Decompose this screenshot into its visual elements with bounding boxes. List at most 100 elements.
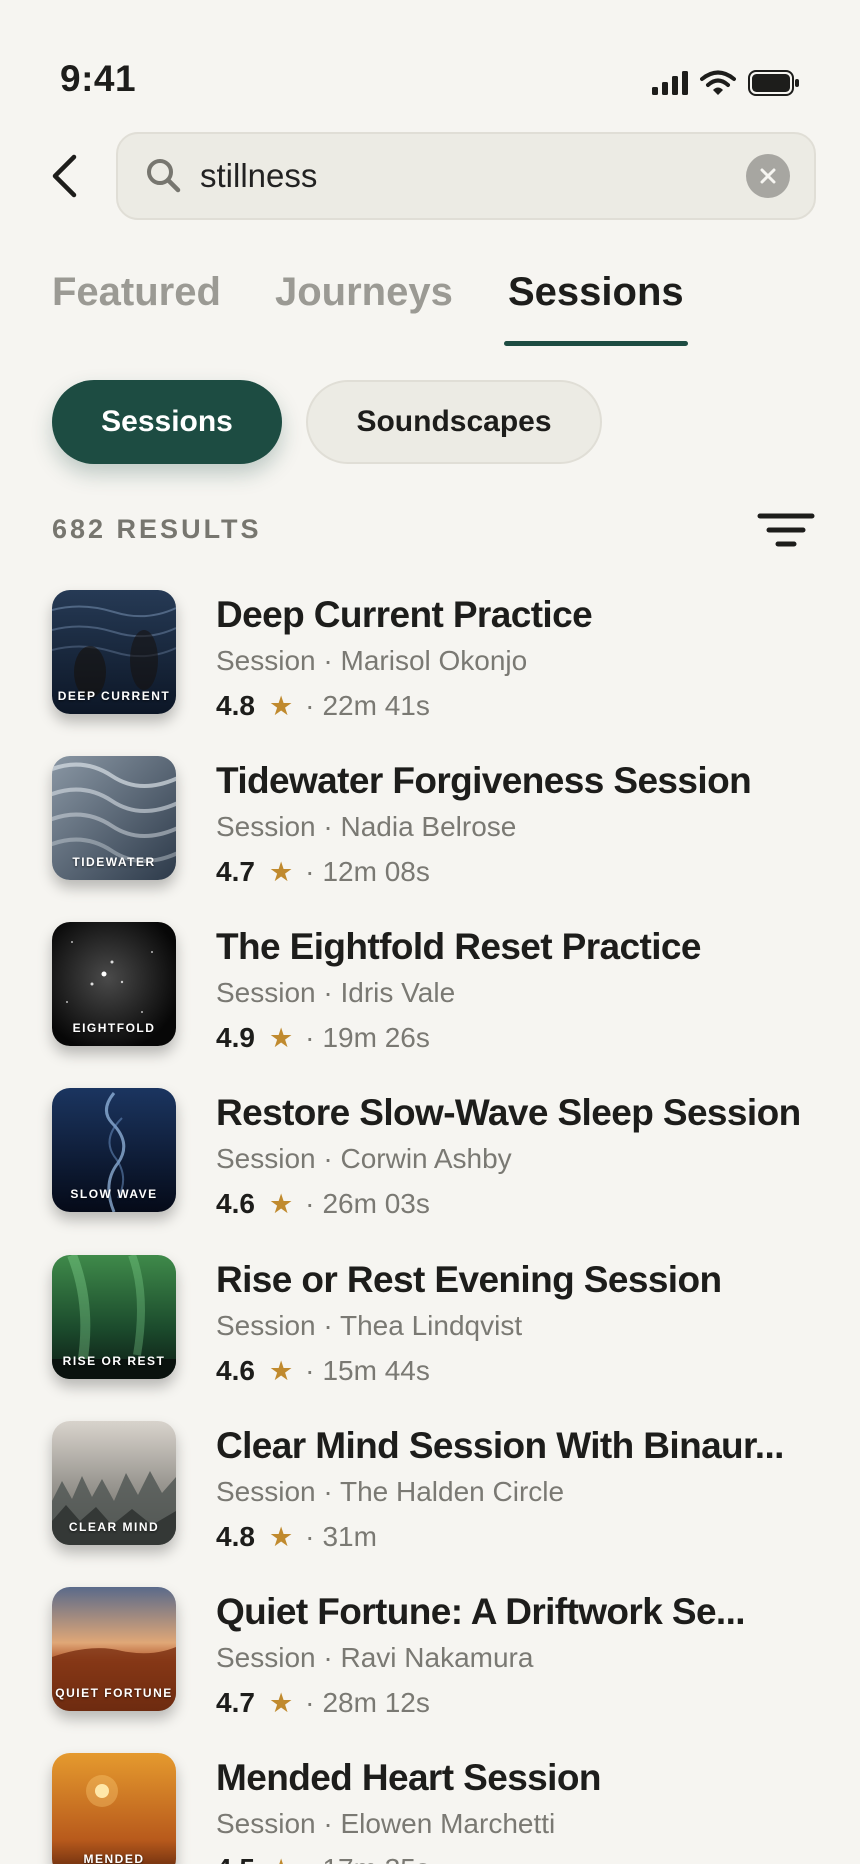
session-duration: 17m 35s xyxy=(322,1853,429,1864)
list-item[interactable]: CLEAR MIND Clear Mind Session With Binau… xyxy=(0,1421,860,1571)
session-rating: 4.6 xyxy=(216,1355,255,1386)
star-icon: ★ xyxy=(268,690,294,721)
status-time: 9:41 xyxy=(60,58,137,99)
session-rating: 4.6 xyxy=(216,1188,255,1219)
session-artwork: TIDEWATER xyxy=(52,756,176,880)
list-item[interactable]: QUIET FORTUNE Quiet Fortune: A Driftwork… xyxy=(0,1587,860,1737)
session-duration: 15m 44s xyxy=(322,1355,430,1386)
session-meta: 4.5 ★ · 17m 35s xyxy=(216,1853,430,1864)
session-subtitle: Session · Corwin Ashby xyxy=(216,1143,512,1174)
clear-icon xyxy=(760,168,776,184)
session-artwork-label: EIGHTFOLD xyxy=(72,1021,156,1035)
session-meta: 4.8 ★ · 22m 41s xyxy=(216,690,430,722)
list-item[interactable]: TIDEWATER Tidewater Forgiveness Session … xyxy=(0,756,860,906)
session-rating: 4.7 xyxy=(216,1687,255,1718)
session-artwork-label: TIDEWATER xyxy=(72,855,156,869)
session-duration: 19m 26s xyxy=(322,1022,430,1053)
chip-soundscapes[interactable]: Soundscapes xyxy=(306,380,602,464)
session-meta: 4.6 ★ · 26m 03s xyxy=(216,1188,430,1220)
sun-artwork-icon xyxy=(52,1753,176,1864)
session-rating: 4.9 xyxy=(216,1022,255,1053)
session-subtitle: Session · Idris Vale xyxy=(216,977,456,1008)
tab-journeys[interactable]: Journeys xyxy=(275,270,453,315)
session-title: Deep Current Practice xyxy=(216,594,593,635)
session-duration: 28m 12s xyxy=(322,1687,430,1718)
star-icon: ★ xyxy=(268,1188,294,1219)
session-subtitle: Session · The Halden Circle xyxy=(216,1476,565,1507)
session-subtitle: Session · Ravi Nakamura xyxy=(216,1642,534,1673)
session-title: Tidewater Forgiveness Session xyxy=(216,760,752,801)
session-rating: 4.7 xyxy=(216,856,255,887)
session-artwork-label: MENDED xyxy=(83,1852,145,1864)
search-row xyxy=(0,132,860,220)
star-icon: ★ xyxy=(268,856,294,887)
star-icon: ★ xyxy=(268,1022,294,1053)
session-artwork: QUIET FORTUNE xyxy=(52,1587,176,1711)
list-item[interactable]: MENDED Mended Heart Session Session · El… xyxy=(0,1753,860,1864)
session-meta: 4.7 ★ · 12m 08s xyxy=(216,856,430,888)
session-title: Restore Slow-Wave Sleep Session xyxy=(216,1092,801,1133)
separator: · xyxy=(305,1355,315,1386)
session-title: Quiet Fortune: A Driftwork Se... xyxy=(216,1591,746,1632)
star-icon: ★ xyxy=(268,1687,294,1718)
battery-icon xyxy=(748,70,799,96)
tab-sessions[interactable]: Sessions xyxy=(508,270,684,315)
session-artwork: MENDED xyxy=(52,1753,176,1864)
session-meta: 4.7 ★ · 28m 12s xyxy=(216,1687,430,1719)
search-bar[interactable] xyxy=(116,132,816,220)
star-icon: ★ xyxy=(269,1854,293,1864)
list-item[interactable]: SLOW WAVE Restore Slow-Wave Sleep Sessio… xyxy=(0,1088,860,1238)
chip-sessions[interactable]: Sessions xyxy=(52,380,282,464)
filter-icon xyxy=(757,513,815,547)
separator: · xyxy=(305,1853,314,1864)
clear-search-button[interactable] xyxy=(746,154,790,198)
session-meta: 4.9 ★ · 19m 26s xyxy=(216,1022,430,1054)
separator: · xyxy=(305,856,315,887)
cellular-signal-icon xyxy=(652,71,688,95)
active-tab-indicator xyxy=(504,341,688,346)
session-title: Rise or Rest Evening Session xyxy=(216,1259,722,1300)
back-button[interactable] xyxy=(40,146,88,206)
session-meta: 4.8 ★ · 31m xyxy=(216,1521,377,1553)
session-artwork-label: DEEP CURRENT xyxy=(57,689,171,703)
separator: · xyxy=(305,1687,315,1718)
session-duration: 22m 41s xyxy=(322,690,430,721)
session-rating: 4.5 xyxy=(216,1853,255,1864)
session-title: Mended Heart Session xyxy=(216,1757,601,1798)
session-subtitle: Session · Nadia Belrose xyxy=(216,811,517,842)
search-icon xyxy=(147,159,181,193)
separator: · xyxy=(305,1188,315,1219)
session-subtitle: Session · Thea Lindqvist xyxy=(216,1310,523,1341)
status-icons xyxy=(652,70,800,96)
filter-button[interactable] xyxy=(756,510,816,554)
session-duration: 31m xyxy=(322,1521,377,1552)
session-artwork-label: RISE OR REST xyxy=(62,1354,166,1368)
session-artwork: RISE OR REST xyxy=(52,1255,176,1379)
session-rating: 4.8 xyxy=(216,1521,255,1552)
session-artwork-label: CLEAR MIND xyxy=(68,1520,160,1534)
wifi-icon xyxy=(700,70,736,95)
status-bar: 9:41 xyxy=(0,0,860,120)
session-artwork: DEEP CURRENT xyxy=(52,590,176,714)
star-icon: ★ xyxy=(268,1355,294,1386)
session-artwork-label: SLOW WAVE xyxy=(70,1187,158,1201)
list-item[interactable]: EIGHTFOLD The Eightfold Reset Practice S… xyxy=(0,922,860,1072)
session-artwork-label: QUIET FORTUNE xyxy=(55,1686,173,1700)
session-subtitle: Session · Elowen Marchetti xyxy=(216,1808,556,1839)
separator: · xyxy=(305,1521,315,1552)
separator: · xyxy=(305,690,315,721)
session-title: Clear Mind Session With Binaur... xyxy=(216,1425,784,1466)
session-duration: 12m 08s xyxy=(322,856,430,887)
session-duration: 26m 03s xyxy=(322,1188,430,1219)
session-title: The Eightfold Reset Practice xyxy=(216,926,701,967)
session-artwork: CLEAR MIND xyxy=(52,1421,176,1545)
separator: · xyxy=(305,1022,315,1053)
chevron-left-icon xyxy=(52,154,77,198)
list-item[interactable]: DEEP CURRENT Deep Current Practice Sessi… xyxy=(0,590,860,740)
tab-featured[interactable]: Featured xyxy=(52,270,221,315)
session-rating: 4.8 xyxy=(216,690,255,721)
list-item[interactable]: RISE OR REST Rise or Rest Evening Sessio… xyxy=(0,1255,860,1405)
session-artwork: SLOW WAVE xyxy=(52,1088,176,1212)
search-input[interactable] xyxy=(200,134,720,218)
session-artwork: EIGHTFOLD xyxy=(52,922,176,1046)
